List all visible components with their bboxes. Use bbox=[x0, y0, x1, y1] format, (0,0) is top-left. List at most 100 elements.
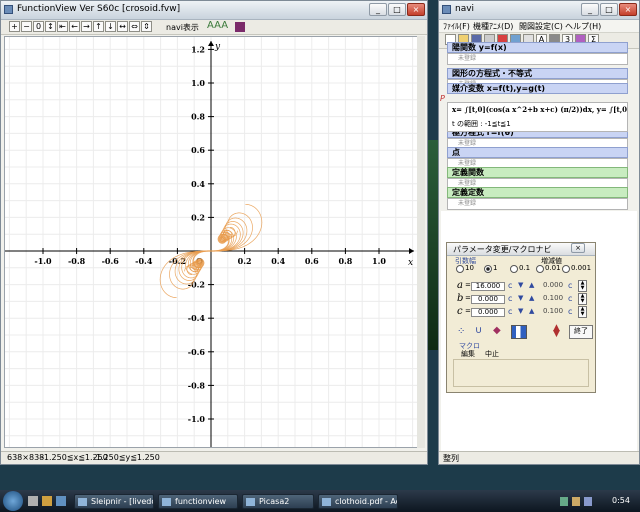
param-down-icon-b[interactable]: ▼ bbox=[518, 294, 523, 302]
taskbar-item-label: Picasa2 bbox=[259, 497, 290, 506]
shrink-h-icon[interactable]: ⇔ bbox=[129, 21, 140, 32]
end-button[interactable]: 終了 bbox=[569, 325, 593, 339]
navi-app-icon bbox=[442, 5, 451, 14]
taskbar-app-icon bbox=[322, 498, 331, 506]
y-tick-label: 1.2 bbox=[191, 44, 205, 54]
param-inc-b[interactable]: 0.100 bbox=[543, 294, 563, 302]
radio-0-1[interactable]: 0.1 bbox=[519, 264, 530, 272]
fit-icon[interactable]: ↕ bbox=[45, 21, 56, 32]
section-header-6[interactable]: 定義定数 bbox=[447, 187, 628, 198]
param-down-icon-a[interactable]: ▼ bbox=[518, 281, 523, 289]
start-button[interactable] bbox=[3, 491, 23, 511]
minimize-button[interactable]: _ bbox=[369, 3, 387, 16]
taskbar-item-0[interactable]: Sleipnir - [livedoo... bbox=[74, 494, 154, 509]
maximize-button[interactable]: □ bbox=[388, 3, 406, 16]
param-down-icon-c[interactable]: ▼ bbox=[518, 307, 523, 315]
param-up-icon-c[interactable]: ▲ bbox=[529, 307, 534, 315]
param-spinner-a[interactable]: ▲ ▼ bbox=[578, 280, 587, 292]
menu-file[interactable]: ﾌｧｲﾙ(F) bbox=[443, 21, 470, 32]
y-tick-label: -0.6 bbox=[188, 347, 206, 357]
param-spinner-b[interactable]: ▲ ▼ bbox=[578, 293, 587, 305]
section-header-4[interactable]: 点 bbox=[447, 147, 628, 158]
quick-launch-icon[interactable] bbox=[28, 496, 38, 506]
param-titlebar[interactable]: パラメータ変更/マクロナビ × bbox=[447, 243, 595, 256]
taskbar-item-2[interactable]: Picasa2 bbox=[242, 494, 314, 509]
quick-launch-icon-3[interactable] bbox=[56, 496, 66, 506]
plot-area[interactable]: -1.0 -0.8 -0.6 -0.4 -0.2 0.2 0.4 0.6 0.8 1.0 1.2 1.… bbox=[4, 36, 419, 448]
tray-icons bbox=[560, 497, 600, 506]
param-value-b[interactable]: 0.000 bbox=[471, 295, 505, 304]
menu-anime[interactable]: 機種ｱﾆﾒ(D) bbox=[473, 21, 513, 32]
expand-h-icon[interactable]: ↔ bbox=[117, 21, 128, 32]
radio-1[interactable]: 1 bbox=[493, 264, 497, 272]
radio-10-circle[interactable] bbox=[456, 265, 464, 273]
radio-0-1-circle[interactable] bbox=[510, 265, 518, 273]
param-title: パラメータ変更/マクロナビ bbox=[453, 245, 552, 254]
param-up-icon-b[interactable]: ▲ bbox=[529, 294, 534, 302]
left-arrow-icon[interactable]: ← bbox=[69, 21, 80, 32]
navi-toggle[interactable]: navi表示 bbox=[166, 22, 199, 33]
zoom-out-icon[interactable]: − bbox=[21, 21, 32, 32]
navi-title: navi bbox=[455, 4, 475, 14]
right-arrow-icon[interactable]: → bbox=[81, 21, 92, 32]
param-inc-unit-c: c bbox=[568, 307, 573, 316]
vertical-scrollbar[interactable] bbox=[417, 36, 425, 448]
param-close-button[interactable]: × bbox=[571, 243, 585, 253]
radio-0-01[interactable]: 0.01 bbox=[545, 264, 561, 272]
param-inc-a[interactable]: 0.000 bbox=[543, 281, 563, 289]
fv-toolbar: + − 0 ↕ ⇤ ← → ↑ ↓ ↔ ⇔ ⇕ navi表示 AAA bbox=[1, 20, 427, 35]
dots-icon[interactable]: ⁘ bbox=[457, 326, 465, 337]
bars-icon[interactable] bbox=[511, 325, 527, 339]
radio-0-001[interactable]: 0.001 bbox=[571, 264, 591, 272]
shift-left-icon[interactable]: ⇤ bbox=[57, 21, 68, 32]
close-button[interactable]: × bbox=[407, 3, 425, 16]
stop-button[interactable]: 中止 bbox=[485, 349, 499, 359]
taskbar-item-3[interactable]: clothoid.pdf - Ado... bbox=[318, 494, 398, 509]
grid-icon[interactable] bbox=[235, 22, 245, 32]
expand-v-icon[interactable]: ⇕ bbox=[141, 21, 152, 32]
zoom-in-icon[interactable]: + bbox=[9, 21, 20, 32]
up-down-icon[interactable]: ▲ ▼ bbox=[553, 324, 560, 339]
down-arrow-icon[interactable]: ↓ bbox=[105, 21, 116, 32]
menu-settings[interactable]: 閲図設定(C) bbox=[519, 21, 563, 32]
param-value-c[interactable]: 0.000 bbox=[471, 308, 505, 317]
radio-0-001-circle[interactable] bbox=[562, 265, 570, 273]
navi-minimize-button[interactable]: _ bbox=[581, 3, 599, 16]
param-spinner-c[interactable]: ▲ ▼ bbox=[578, 306, 587, 318]
section-header-0[interactable]: 陽関数 y=f(x) bbox=[447, 42, 628, 53]
taskbar: Sleipnir - [livedoo... functionview Picasa… bbox=[0, 490, 640, 512]
param-up-icon-a[interactable]: ▲ bbox=[529, 281, 534, 289]
reset-icon[interactable]: 0 bbox=[33, 21, 44, 32]
functionview-window: FunctionView Ver S60c [crosoid.fvw] _ □ … bbox=[0, 0, 428, 465]
quick-launch-icon-2[interactable] bbox=[42, 496, 52, 506]
fv-title: FunctionView Ver S60c [crosoid.fvw] bbox=[17, 4, 181, 14]
shapes-icon[interactable]: ◆ bbox=[493, 325, 501, 336]
navi-titlebar[interactable]: navi _ □ × bbox=[439, 1, 639, 20]
radio-0-01-circle[interactable] bbox=[536, 265, 544, 273]
section-header-2[interactable]: 媒介変数 x=f(t),y=g(t) bbox=[447, 83, 628, 94]
menu-help[interactable]: ヘルプ(H) bbox=[565, 21, 601, 32]
section-box-6[interactable]: 未登録 bbox=[447, 198, 628, 210]
status-size: 638×838 bbox=[7, 453, 45, 462]
radio-10[interactable]: 10 bbox=[465, 264, 474, 272]
macro-toolbar: ⁘ ∪ ◆ ▲ ▼ 終了 bbox=[457, 324, 593, 339]
navi-maximize-button[interactable]: □ bbox=[600, 3, 618, 16]
parameter-window: パラメータ変更/マクロナビ × 引数幅 増減値 10 1 0.1 0.01 0.… bbox=[446, 242, 596, 393]
param-name-b: b bbox=[457, 293, 464, 304]
param-formula-box[interactable]: x= ∫[t,0](cos(a x^2+b x+c) (π/2))dx, y= … bbox=[447, 102, 628, 132]
param-inc-unit-b: c bbox=[568, 294, 573, 303]
font-size-toggle[interactable]: AAA bbox=[207, 20, 228, 31]
section-header-5[interactable]: 定義関数 bbox=[447, 167, 628, 178]
edit-button[interactable]: 編集 bbox=[461, 349, 475, 359]
radio-1-circle[interactable] bbox=[484, 265, 492, 273]
taskbar-item-1[interactable]: functionview bbox=[158, 494, 238, 509]
section-box-0[interactable]: 未登録 bbox=[447, 53, 628, 65]
param-name-a: a bbox=[457, 280, 463, 291]
param-inc-c[interactable]: 0.100 bbox=[543, 307, 563, 315]
fv-titlebar[interactable]: FunctionView Ver S60c [crosoid.fvw] _ □ … bbox=[1, 1, 427, 20]
up-arrow-icon[interactable]: ↑ bbox=[93, 21, 104, 32]
navi-close-button[interactable]: × bbox=[619, 3, 637, 16]
param-value-a[interactable]: 16.000 bbox=[471, 282, 505, 291]
curve-icon[interactable]: ∪ bbox=[475, 325, 482, 336]
section-header-1[interactable]: 図形の方程式・不等式 bbox=[447, 68, 628, 79]
